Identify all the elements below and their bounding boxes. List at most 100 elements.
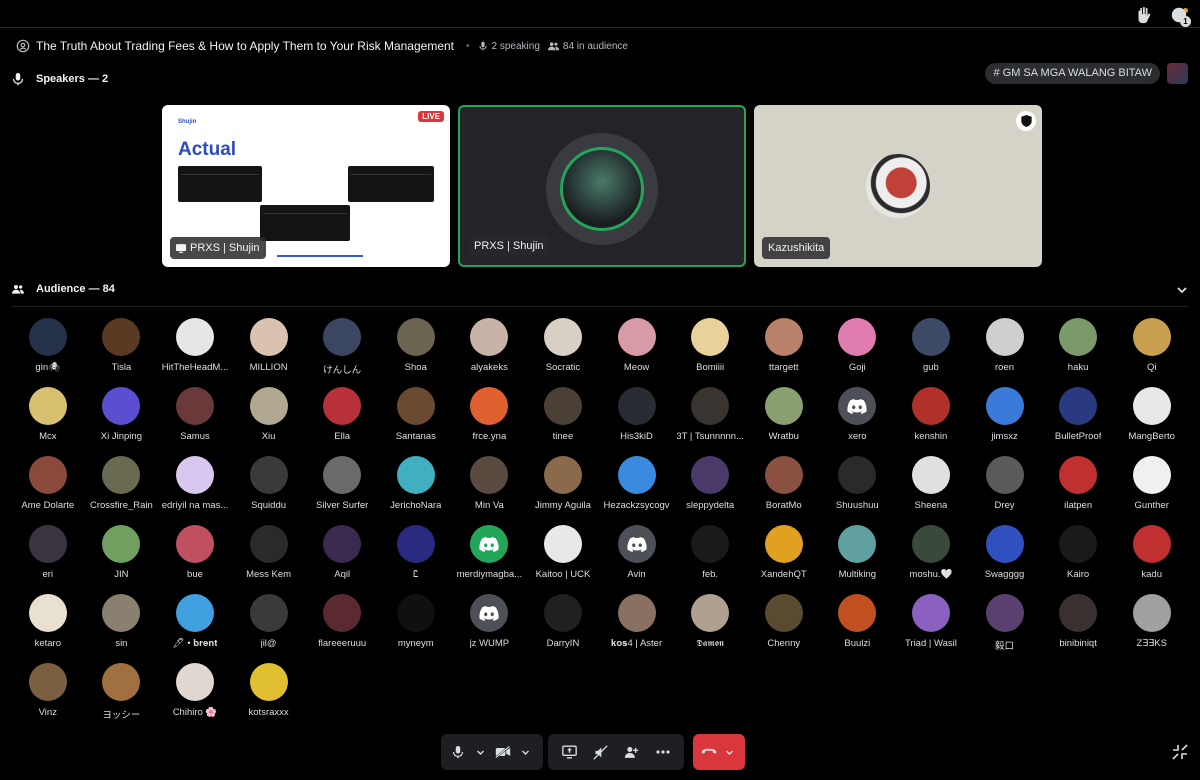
raise-hand-icon[interactable] (1134, 6, 1152, 24)
audience-member[interactable]: moshu.🤍 (894, 525, 968, 583)
chevron-down-icon[interactable] (1176, 284, 1188, 296)
more-options-button[interactable] (655, 744, 671, 760)
audience-member[interactable]: ketaro (11, 594, 85, 652)
audience-member[interactable]: Qi (1115, 318, 1189, 376)
audience-member[interactable]: Xiu (232, 387, 306, 445)
audience-member[interactable]: けんしん (305, 318, 379, 376)
audience-member[interactable]: tinee (526, 387, 600, 445)
camera-options-button[interactable] (518, 744, 534, 760)
audience-member[interactable]: roen (968, 318, 1042, 376)
audience-member[interactable]: Chihiro 🌸 (158, 663, 232, 721)
soundboard-button[interactable] (593, 744, 609, 760)
audience-member[interactable]: Min Va (453, 456, 527, 514)
audience-member[interactable]: Hezackzsycogv (600, 456, 674, 514)
audience-member[interactable]: flareeeruuu (305, 594, 379, 652)
audience-member[interactable]: Swagggg (968, 525, 1042, 583)
audience-member[interactable]: JIN (85, 525, 159, 583)
audience-member[interactable]: ttargett (747, 318, 821, 376)
audience-member[interactable]: His3kiD (600, 387, 674, 445)
audience-member[interactable]: 𝐤𝐨𝐬4 | Aster (600, 594, 674, 652)
audience-member[interactable]: Santanas (379, 387, 453, 445)
audience-member[interactable]: ilatpen (1041, 456, 1115, 514)
audience-member[interactable]: MangBerto (1115, 387, 1189, 445)
audience-member[interactable]: BoratMo (747, 456, 821, 514)
audience-member[interactable]: kadu (1115, 525, 1189, 583)
audience-member[interactable]: Xi Jinping (85, 387, 159, 445)
microphone-button[interactable] (450, 744, 466, 760)
audience-member[interactable]: ヨッシー (85, 663, 159, 721)
audience-member[interactable]: kenshin (894, 387, 968, 445)
audience-member[interactable]: Tisla (85, 318, 159, 376)
audience-member[interactable]: 𝕯𝖆𝖒𝖔𝖓 (673, 594, 747, 652)
audience-member[interactable]: xero (821, 387, 895, 445)
audience-member[interactable]: jimsxz (968, 387, 1042, 445)
audience-member[interactable]: Goji (821, 318, 895, 376)
activity-button[interactable]: 1 (1170, 6, 1191, 27)
audience-member[interactable]: merdiymagba... (453, 525, 527, 583)
audience-member[interactable]: Bomiiii (673, 318, 747, 376)
audience-member[interactable]: myneym (379, 594, 453, 652)
audience-member[interactable]: Gunther (1115, 456, 1189, 514)
audience-member[interactable]: bue (158, 525, 232, 583)
audience-member[interactable]: alyakeks (453, 318, 527, 376)
audience-member[interactable]: Aqil (305, 525, 379, 583)
audience-member[interactable]: kotsraxxx (232, 663, 306, 721)
audience-member[interactable]: Jimmy Aguila (526, 456, 600, 514)
audience-member[interactable]: Kairo (1041, 525, 1115, 583)
audience-member[interactable]: Drey (968, 456, 1042, 514)
audience-member[interactable]: Mcx (11, 387, 85, 445)
audience-member[interactable]: HitTheHeadM... (158, 318, 232, 376)
speaker-tile-active[interactable]: PRXS | Shujin (458, 105, 746, 267)
audience-member[interactable]: 3T | Tsunnnnn... (673, 387, 747, 445)
audience-member[interactable]: BulletProof (1041, 387, 1115, 445)
audience-member[interactable]: binibiniqt (1041, 594, 1115, 652)
audience-member[interactable]: Sheena (894, 456, 968, 514)
audience-member[interactable]: Mess Kem (232, 525, 306, 583)
mic-options-button[interactable] (473, 744, 489, 760)
audience-member[interactable]: jil@ (232, 594, 306, 652)
audience-member[interactable]: Z∃∃KS (1115, 594, 1189, 652)
audience-member[interactable]: Shuushuu (821, 456, 895, 514)
audience-member[interactable]: Samus (158, 387, 232, 445)
audience-member[interactable]: haku (1041, 318, 1115, 376)
audience-member[interactable]: Ella (305, 387, 379, 445)
audience-member[interactable]: feb. (673, 525, 747, 583)
share-screen-button[interactable] (562, 744, 578, 760)
audience-member[interactable]: JerichoNara (379, 456, 453, 514)
screen-share-tile[interactable]: Shujin Actual LIVE PRXS | Shujin (162, 105, 450, 267)
audience-member[interactable]: Multiking (821, 525, 895, 583)
audience-member[interactable]: 毅口 (968, 594, 1042, 652)
audience-member[interactable]: 🖊 • 𝐛𝐫𝐞𝐧𝐭 (158, 594, 232, 652)
audience-member[interactable]: sin (85, 594, 159, 652)
audience-member[interactable]: Shoa (379, 318, 453, 376)
audience-member[interactable]: XandehQT (747, 525, 821, 583)
audience-member[interactable]: edriyil na mas... (158, 456, 232, 514)
camera-button[interactable] (495, 744, 511, 760)
audience-member[interactable]: Vinz (11, 663, 85, 721)
audience-member[interactable]: frce.yna (453, 387, 527, 445)
audience-member[interactable]: Triad | Wasil (894, 594, 968, 652)
audience-member[interactable]: Silver Surfer (305, 456, 379, 514)
audience-member[interactable]: Ame Dolarte (11, 456, 85, 514)
audience-member[interactable]: Ꮭ (379, 525, 453, 583)
collapse-icon[interactable] (1172, 744, 1188, 760)
audience-member[interactable]: Chenny (747, 594, 821, 652)
audience-member[interactable]: Avin (600, 525, 674, 583)
audience-member[interactable]: Crossfire_Rain (85, 456, 159, 514)
audience-member[interactable]: Meow (600, 318, 674, 376)
leave-options-button[interactable] (721, 744, 737, 760)
audience-member[interactable]: sleppydelta (673, 456, 747, 514)
invite-to-speak-button[interactable] (624, 744, 640, 760)
channel-pill[interactable]: # GM SA MGA WALANG BITAW (985, 63, 1160, 84)
leave-stage-button[interactable] (701, 744, 717, 760)
audience-member[interactable]: jz WUMP (453, 594, 527, 652)
audience-member[interactable]: DarryIN (526, 594, 600, 652)
audience-member[interactable]: Buulzi (821, 594, 895, 652)
audience-member[interactable]: MILLION (232, 318, 306, 376)
current-user-avatar[interactable] (1167, 63, 1188, 84)
speaker-tile-kazushikita[interactable]: Kazushikita (754, 105, 1042, 267)
audience-member[interactable]: gin🕷 (11, 318, 85, 376)
audience-member[interactable]: Socratic (526, 318, 600, 376)
audience-member[interactable]: eri (11, 525, 85, 583)
audience-member[interactable]: Kaitoo | UCK (526, 525, 600, 583)
